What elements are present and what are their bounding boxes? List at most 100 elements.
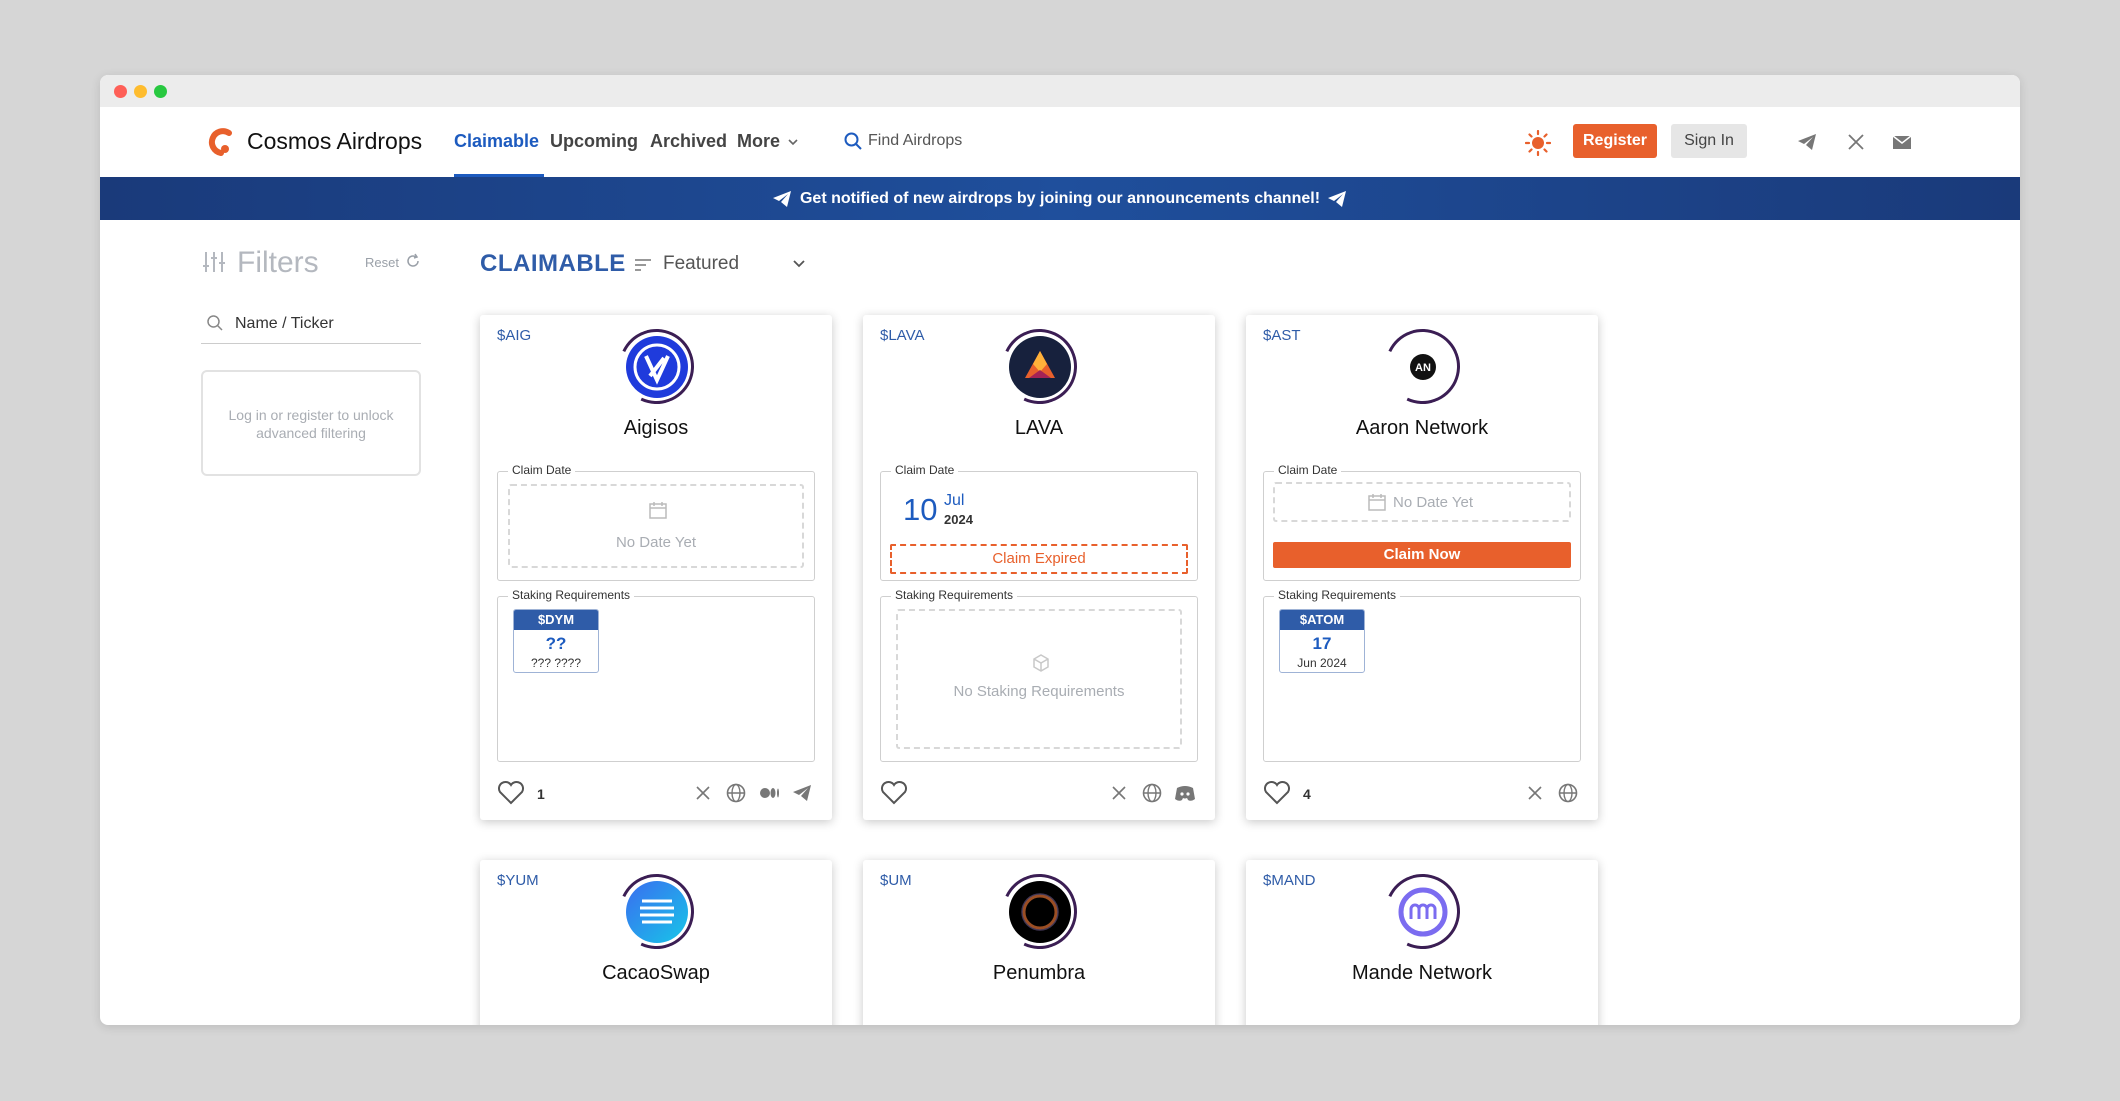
chevron-down-icon[interactable] (790, 254, 808, 272)
stake-value: ?? (545, 634, 567, 653)
claim-date-box: Claim Date No Date Yet (497, 463, 815, 581)
find-airdrops-search[interactable]: Find Airdrops (868, 132, 962, 150)
medium-icon[interactable] (758, 782, 780, 804)
staking-chip[interactable]: $DYM ?? ??? ???? (513, 609, 599, 673)
locked-filters-notice: Log in or register to unlock advanced fi… (201, 370, 421, 476)
sign-in-button[interactable]: Sign In (1671, 124, 1747, 158)
mail-icon[interactable] (1891, 131, 1913, 153)
reset-filters-button[interactable]: Reset (365, 255, 399, 270)
card-name[interactable]: Aaron Network (1246, 417, 1598, 440)
filters-title: Filters (237, 246, 319, 279)
sort-select[interactable]: Featured (663, 253, 739, 275)
card-ticker: $UM (880, 872, 912, 889)
nav-archived[interactable]: Archived (650, 131, 727, 152)
claim-day: 10 (903, 492, 938, 527)
heart-icon[interactable] (880, 780, 908, 806)
close-window-button[interactable] (114, 85, 127, 98)
no-staking-text: No Staking Requirements (953, 683, 1125, 700)
card-name[interactable]: Penumbra (863, 962, 1215, 985)
globe-icon[interactable] (1141, 782, 1163, 804)
no-date-placeholder: No Date Yet (1273, 482, 1571, 522)
no-date-text: No Date Yet (1393, 494, 1474, 511)
claim-date-box: Claim Date 10 Jul 2024 Claim Expired (880, 463, 1198, 581)
card-name[interactable]: Mande Network (1246, 962, 1598, 985)
nav-more[interactable]: More (737, 131, 780, 152)
telegram-icon[interactable] (791, 782, 813, 804)
claim-date-label: Claim Date (1274, 463, 1342, 477)
cacaoswap-logo-icon (626, 881, 688, 943)
claim-date-label: Claim Date (508, 463, 576, 477)
telegram-icon (1328, 191, 1346, 207)
staking-label: Staking Requirements (508, 588, 635, 602)
nav-upcoming[interactable]: Upcoming (550, 131, 638, 152)
card-ticker: $AIG (497, 327, 532, 344)
refresh-icon[interactable] (405, 253, 421, 269)
top-navbar: Cosmos Airdrops Claimable Upcoming Archi… (100, 107, 2020, 177)
sliders-icon (203, 252, 225, 272)
calendar-icon (649, 502, 667, 519)
title-bar (100, 75, 2020, 107)
claim-date-label: Claim Date (891, 463, 959, 477)
x-icon[interactable] (692, 782, 714, 804)
telegram-icon[interactable] (1796, 131, 1818, 153)
claim-now-button[interactable]: Claim Now (1273, 542, 1571, 568)
stake-date: ??? ???? (530, 656, 582, 670)
like-count: 1 (537, 786, 545, 802)
aaron-network-logo-icon: AN (1392, 336, 1454, 398)
globe-icon[interactable] (725, 782, 747, 804)
airdrop-card-cacaoswap[interactable]: $YUM CacaoSwap (480, 860, 832, 1025)
x-icon[interactable] (1108, 782, 1130, 804)
discord-icon[interactable] (1174, 782, 1196, 804)
cube-icon (1033, 654, 1049, 672)
staking-box: Staking Requirements $DYM ?? ??? ???? (497, 588, 815, 762)
stake-value: 17 (1312, 634, 1332, 653)
x-icon[interactable] (1524, 782, 1546, 804)
card-name[interactable]: LAVA (863, 417, 1215, 440)
globe-icon[interactable] (1557, 782, 1579, 804)
locked-line-1: Log in or register to unlock (228, 407, 394, 423)
stake-date: Jun 2024 (1297, 656, 1347, 670)
airdrop-card-lava[interactable]: $LAVA LAVA Claim Date 10 Jul 2024 Claim … (863, 315, 1215, 820)
section-title: CLAIMABLE (480, 250, 626, 277)
browser-window: Cosmos Airdrops Claimable Upcoming Archi… (100, 75, 2020, 1025)
logo-letters: AN (1415, 362, 1431, 374)
staking-label: Staking Requirements (1274, 588, 1401, 602)
like-count: 4 (1303, 786, 1311, 802)
staking-chip[interactable]: $ATOM 17 Jun 2024 (1279, 609, 1365, 673)
search-placeholder: Name / Ticker (235, 315, 334, 332)
staking-label: Staking Requirements (891, 588, 1018, 602)
name-ticker-search-input[interactable]: Name / Ticker (201, 304, 421, 344)
claim-expired-badge: Claim Expired (890, 544, 1188, 574)
register-button[interactable]: Register (1573, 124, 1657, 158)
no-date-text: No Date Yet (615, 534, 697, 551)
airdrop-card-penumbra[interactable]: $UM Penumbra (863, 860, 1215, 1025)
brand-name[interactable]: Cosmos Airdrops (247, 128, 422, 155)
minimize-window-button[interactable] (134, 85, 147, 98)
penumbra-logo-icon (1009, 881, 1071, 943)
x-icon[interactable] (1845, 131, 1867, 153)
heart-icon[interactable] (497, 780, 525, 806)
lava-logo-icon (1009, 336, 1071, 398)
card-name[interactable]: CacaoSwap (480, 962, 832, 985)
staking-box: Staking Requirements $ATOM 17 Jun 2024 (1263, 588, 1581, 762)
chevron-down-icon[interactable] (786, 135, 800, 149)
card-name[interactable]: Aigisos (480, 417, 832, 440)
banner-text[interactable]: Get notified of new airdrops by joining … (800, 190, 1320, 207)
cosmos-logo-icon[interactable] (205, 125, 235, 159)
heart-icon[interactable] (1263, 780, 1291, 806)
claim-month: Jul (944, 492, 965, 509)
search-icon (207, 315, 223, 331)
claim-date-box: Claim Date No Date Yet Claim Now (1263, 463, 1581, 581)
sort-icon[interactable] (634, 258, 652, 272)
maximize-window-button[interactable] (154, 85, 167, 98)
search-icon[interactable] (843, 131, 863, 151)
sun-icon[interactable] (1525, 130, 1551, 156)
nav-claimable[interactable]: Claimable (454, 131, 539, 152)
claim-year: 2024 (944, 512, 973, 527)
calendar-icon (1368, 494, 1386, 511)
aigisos-logo-icon (626, 336, 688, 398)
announcement-banner[interactable]: Get notified of new airdrops by joining … (100, 177, 2020, 220)
airdrop-card-aaron-network[interactable]: $AST AN Aaron Network Claim Date No Date… (1246, 315, 1598, 820)
airdrop-card-mande-network[interactable]: $MAND Mande Network (1246, 860, 1598, 1025)
airdrop-card-aigisos[interactable]: $AIG Aigisos Claim Date No Date Yet Stak… (480, 315, 832, 820)
